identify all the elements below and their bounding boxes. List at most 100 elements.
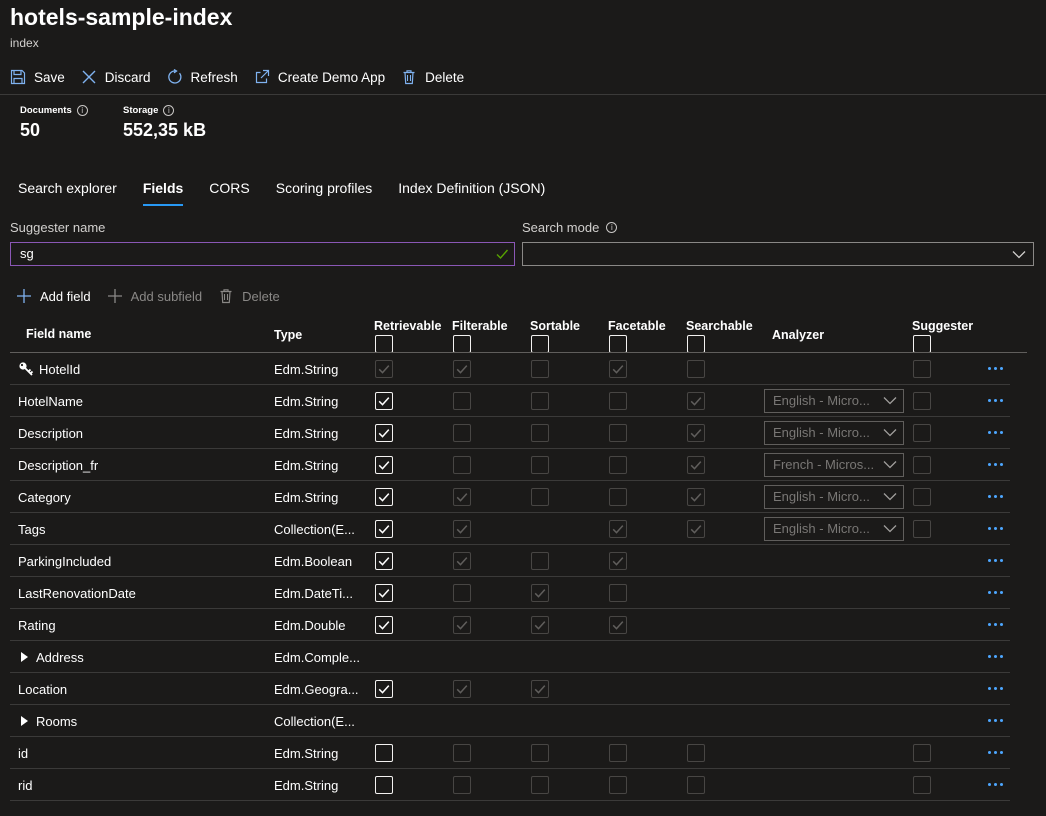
more-options-icon[interactable] <box>988 527 1006 530</box>
searchable-checkbox <box>687 392 705 410</box>
chevron-down-icon <box>1012 251 1026 259</box>
create-demo-app-button[interactable]: Create Demo App <box>254 69 385 85</box>
suggester-checkbox-box <box>913 488 931 506</box>
field-name: ParkingIncluded <box>18 553 112 569</box>
table-row[interactable]: rid Edm.String <box>10 769 1010 801</box>
retrievable-checkbox[interactable] <box>375 552 393 570</box>
delete-index-button[interactable]: Delete <box>401 69 464 85</box>
more-options-icon[interactable] <box>988 463 1006 466</box>
searchable-checkbox <box>687 488 705 506</box>
field-name: Rooms <box>36 713 78 729</box>
retrievable-checkbox[interactable] <box>375 744 393 762</box>
analyzer-select: English - Micro... <box>764 517 904 541</box>
table-row[interactable]: Description_fr Edm.String French - Micros.… <box>10 449 1010 481</box>
analyzer-select: English - Micro... <box>764 421 904 445</box>
checkmark-icon <box>534 589 546 598</box>
checkmark-icon <box>690 493 702 502</box>
suggester-name-label: Suggester name <box>10 220 106 235</box>
more-options-icon[interactable] <box>988 719 1006 722</box>
table-row[interactable]: HotelName Edm.String English - Micro... <box>10 385 1010 417</box>
field-type: Edm.String <box>274 457 339 473</box>
retrievable-checkbox[interactable] <box>375 392 393 410</box>
table-row[interactable]: Address Edm.Comple... <box>10 641 1010 673</box>
search-mode-select[interactable] <box>522 242 1034 266</box>
more-options-icon[interactable] <box>988 431 1006 434</box>
table-row[interactable]: Rating Edm.Double <box>10 609 1010 641</box>
field-name-cell: Address <box>18 641 84 673</box>
suggester-name-input[interactable]: sg <box>10 242 515 266</box>
retrievable-checkbox[interactable] <box>375 584 393 602</box>
filterable-checkbox <box>453 360 471 378</box>
select-all-retrievable-checkbox[interactable] <box>375 335 393 353</box>
filterable-checkbox-box <box>453 360 471 378</box>
table-row[interactable]: LastRenovationDate Edm.DateTi... <box>10 577 1010 609</box>
retrievable-checkbox[interactable] <box>375 520 393 538</box>
retrievable-checkbox[interactable] <box>375 488 393 506</box>
table-row[interactable]: HotelId Edm.String <box>10 353 1010 385</box>
info-icon[interactable]: i <box>76 105 88 116</box>
refresh-button[interactable]: Refresh <box>167 69 238 85</box>
analyzer-select: English - Micro... <box>764 485 904 509</box>
select-all-suggester-checkbox[interactable] <box>913 335 931 353</box>
tab-search-explorer[interactable]: Search explorer <box>18 180 117 204</box>
more-options-icon[interactable] <box>988 783 1006 786</box>
add-subfield-button[interactable]: Add subfield <box>107 288 202 304</box>
field-name-cell: LastRenovationDate <box>18 577 136 609</box>
more-options-icon[interactable] <box>988 655 1006 658</box>
facetable-checkbox-box <box>609 744 627 762</box>
more-options-icon[interactable] <box>988 751 1006 754</box>
field-type: Edm.String <box>274 745 339 761</box>
more-options-icon[interactable] <box>988 591 1006 594</box>
table-row[interactable]: ParkingIncluded Edm.Boolean <box>10 545 1010 577</box>
searchable-checkbox-box <box>687 488 705 506</box>
more-options-icon[interactable] <box>988 367 1006 370</box>
column-header-type: Type <box>274 328 303 342</box>
save-button[interactable]: Save <box>10 69 65 85</box>
discard-button[interactable]: Discard <box>81 69 151 85</box>
tab-scoring-profiles[interactable]: Scoring profiles <box>276 180 373 204</box>
delete-field-button[interactable]: Delete <box>218 288 280 304</box>
field-type: Edm.String <box>274 361 339 377</box>
more-options-icon[interactable] <box>988 623 1006 626</box>
tab-fields[interactable]: Fields <box>142 180 184 206</box>
table-row[interactable]: Description Edm.String English - Micro... <box>10 417 1010 449</box>
table-row[interactable]: Rooms Collection(E... <box>10 705 1010 737</box>
info-icon[interactable]: i <box>163 105 175 116</box>
filterable-checkbox-box <box>453 456 471 474</box>
field-type: Edm.String <box>274 425 339 441</box>
table-row[interactable]: id Edm.String <box>10 737 1010 769</box>
table-row[interactable]: Tags Collection(E... English - Micro... <box>10 513 1010 545</box>
checkmark-icon <box>378 493 390 502</box>
info-icon[interactable]: i <box>606 222 618 233</box>
documents-stat: Documents i 50 <box>20 105 88 141</box>
retrievable-checkbox[interactable] <box>375 776 393 794</box>
add-field-label: Add field <box>40 288 91 304</box>
select-all-filterable-checkbox[interactable] <box>453 335 471 353</box>
add-field-button[interactable]: Add field <box>16 288 91 304</box>
external-link-icon <box>255 69 269 84</box>
tab-cors[interactable]: CORS <box>209 180 249 204</box>
field-type: Edm.DateTi... <box>274 585 353 601</box>
expand-arrow-icon[interactable] <box>21 652 28 662</box>
facetable-checkbox-box <box>609 392 627 410</box>
more-options-icon[interactable] <box>988 399 1006 402</box>
select-all-searchable-checkbox[interactable] <box>687 335 705 353</box>
table-row[interactable]: Location Edm.Geogra... <box>10 673 1010 705</box>
retrievable-checkbox[interactable] <box>375 456 393 474</box>
field-type: Edm.Double <box>274 617 346 633</box>
suggester-checkbox <box>913 424 931 442</box>
select-all-facetable-checkbox[interactable] <box>609 335 627 353</box>
expand-arrow-icon[interactable] <box>21 716 28 726</box>
table-row[interactable]: Category Edm.String English - Micro... <box>10 481 1010 513</box>
tab-index-definition[interactable]: Index Definition (JSON) <box>398 180 545 204</box>
more-options-icon[interactable] <box>988 559 1006 562</box>
more-options-icon[interactable] <box>988 687 1006 690</box>
retrievable-checkbox[interactable] <box>375 424 393 442</box>
retrievable-checkbox[interactable] <box>375 616 393 634</box>
select-all-sortable-checkbox[interactable] <box>531 335 549 353</box>
sortable-checkbox <box>531 424 549 442</box>
retrievable-checkbox-box <box>375 520 393 538</box>
searchable-checkbox <box>687 456 705 474</box>
more-options-icon[interactable] <box>988 495 1006 498</box>
retrievable-checkbox[interactable] <box>375 680 393 698</box>
